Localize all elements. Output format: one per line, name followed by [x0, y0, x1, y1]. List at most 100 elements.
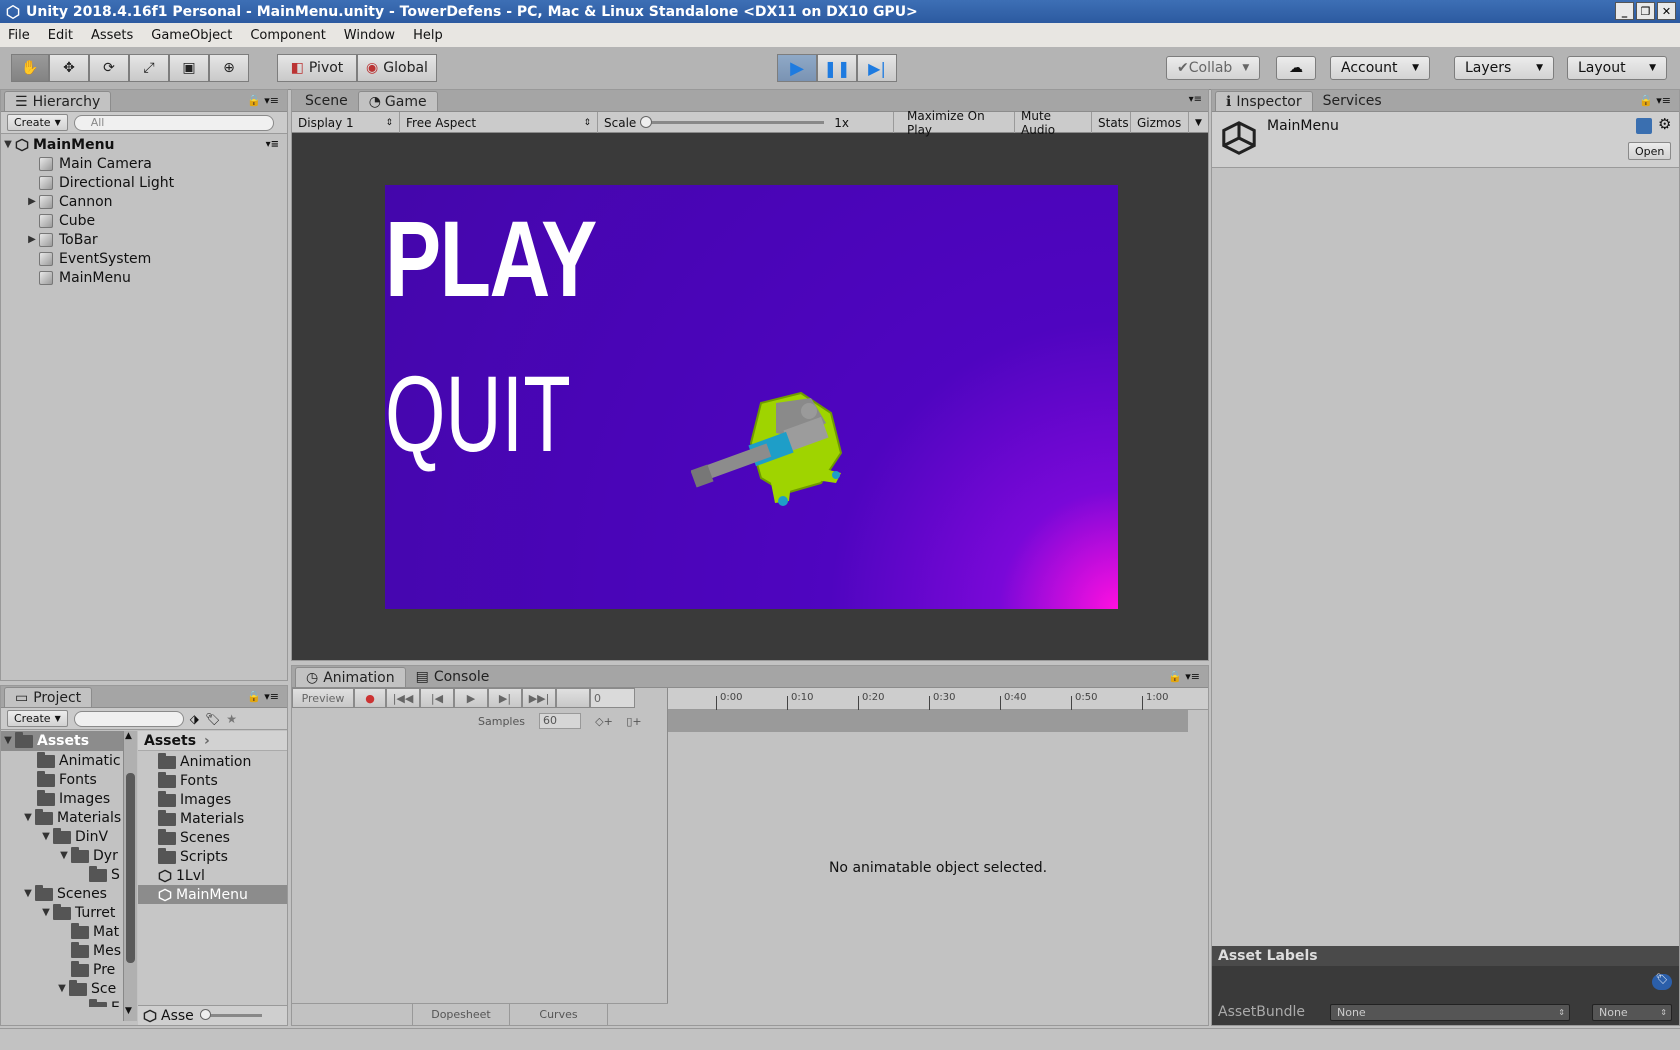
tree-item[interactable]: ▼ Dyr	[57, 846, 118, 865]
hierarchy-item[interactable]: MainMenu	[25, 268, 131, 287]
tree-item[interactable]: ▼ Materials	[21, 808, 121, 827]
dopesheet-tab[interactable]: Dopesheet	[412, 1004, 510, 1025]
collab-dropdown[interactable]: ✔ Collab ▼	[1166, 56, 1260, 80]
transform-tool-icon[interactable]: ⊕	[209, 54, 249, 82]
display-dropdown[interactable]: Display 1 ⇕	[292, 112, 400, 133]
pivot-button[interactable]: ◧ Pivot	[277, 54, 357, 82]
tree-item[interactable]: Pre	[71, 960, 115, 979]
hierarchy-search-input[interactable]: All	[73, 114, 274, 131]
star-icon[interactable]: ★	[226, 712, 237, 726]
hierarchy-item[interactable]: Cube	[25, 211, 95, 230]
panel-menu-icon[interactable]: 🔒 ▾≡	[247, 690, 279, 703]
tree-item[interactable]: ▼ Turret	[39, 903, 115, 922]
open-button[interactable]: Open	[1628, 142, 1672, 160]
gear-icon[interactable]: ⚙	[1658, 115, 1671, 133]
tab-game[interactable]: ◔ Game	[357, 91, 438, 111]
hierarchy-item[interactable]: ▶ Cannon	[25, 192, 112, 211]
game-viewport[interactable]: PLAY QUIT	[385, 185, 1118, 609]
tab-services[interactable]: Services	[1313, 91, 1392, 111]
hierarchy-item[interactable]: Directional Light	[25, 173, 174, 192]
pause-button[interactable]: ❚❚	[817, 54, 857, 82]
minimize-button[interactable]: _	[1615, 2, 1634, 20]
menu-help[interactable]: Help	[413, 28, 443, 43]
gizmos-toggle[interactable]: Gizmos	[1131, 112, 1189, 133]
tab-hierarchy[interactable]: ☰ Hierarchy	[4, 91, 112, 111]
tree-item[interactable]: Animatic	[23, 751, 121, 770]
tree-item[interactable]: Fonts	[23, 770, 97, 789]
tree-item[interactable]: Mes	[71, 941, 121, 960]
hierarchy-item[interactable]: Main Camera	[25, 154, 152, 173]
scroll-down-icon[interactable]: ▼	[125, 1006, 132, 1016]
play-anim-icon[interactable]: ▶	[454, 688, 488, 708]
label-filter-icon[interactable]: 🏷	[205, 712, 220, 726]
play-menu-button[interactable]: PLAY	[385, 205, 597, 313]
layout-dropdown[interactable]: Layout ▼	[1567, 56, 1667, 80]
file-item[interactable]: Animation	[158, 752, 251, 771]
expand-icon[interactable]: ▶	[25, 196, 39, 207]
menu-assets[interactable]: Assets	[91, 28, 133, 43]
rotate-tool-icon[interactable]: ⟳	[89, 54, 129, 82]
scale-track[interactable]	[640, 116, 825, 128]
scale-thumb[interactable]	[640, 116, 653, 128]
add-event-icon[interactable]: ▯+	[621, 715, 647, 728]
maximize-button[interactable]: ❐	[1636, 2, 1655, 20]
layers-dropdown[interactable]: Layers ▼	[1454, 56, 1554, 80]
tree-item[interactable]: ▼ Sce	[55, 979, 116, 998]
icon-size-slider[interactable]	[199, 1009, 262, 1020]
quit-menu-button[interactable]: QUIT	[385, 360, 571, 468]
preview-toggle[interactable]: Preview	[292, 688, 354, 708]
next-frame-icon[interactable]: ▶|	[488, 688, 522, 708]
hierarchy-create-button[interactable]: Create ▼	[7, 114, 68, 131]
timeline-ruler[interactable]: 0:00 0:10 0:20 0:30 0:40 0:50 1:00	[668, 688, 1208, 710]
maximize-on-play-toggle[interactable]: Maximize On Play	[901, 109, 1015, 137]
tree-item[interactable]: ▼ DinV	[39, 827, 108, 846]
tab-project[interactable]: ▭ Project	[4, 687, 93, 707]
add-keyframe-icon[interactable]: ◇+	[591, 715, 617, 728]
tree-item[interactable]: E	[89, 998, 120, 1007]
file-item[interactable]: Scenes	[158, 828, 230, 847]
expand-icon[interactable]: ▼	[1, 139, 15, 150]
curves-tab[interactable]: Curves	[510, 1004, 608, 1025]
rect-tool-icon[interactable]: ▣	[169, 54, 209, 82]
menu-component[interactable]: Component	[250, 28, 325, 43]
file-item-selected[interactable]: MainMenu	[138, 885, 287, 904]
file-item[interactable]: Scripts	[158, 847, 228, 866]
file-item[interactable]: Materials	[158, 809, 244, 828]
cloud-button[interactable]: ☁	[1276, 56, 1316, 80]
tree-item[interactable]: Mat	[71, 922, 119, 941]
tree-scrollbar[interactable]: ▲ ▼	[123, 731, 137, 1021]
scale-tool-icon[interactable]: ⤢	[129, 54, 169, 82]
tag-icon[interactable]: 🏷	[1652, 974, 1672, 990]
move-tool-icon[interactable]: ✥	[49, 54, 89, 82]
frame-input[interactable]: 0	[590, 688, 635, 708]
assetbundle-dropdown[interactable]: None ⇕	[1330, 1004, 1570, 1021]
expand-icon[interactable]: ▶	[25, 234, 39, 245]
file-item[interactable]: Images	[158, 790, 231, 809]
menu-window[interactable]: Window	[344, 28, 395, 43]
menu-edit[interactable]: Edit	[48, 28, 73, 43]
tab-scene[interactable]: Scene	[295, 91, 358, 111]
aspect-dropdown[interactable]: Free Aspect ⇕	[400, 112, 598, 133]
panel-menu-icon[interactable]: 🔒 ▾≡	[1168, 670, 1200, 683]
project-breadcrumb[interactable]: Assets ›	[138, 731, 287, 751]
scroll-thumb[interactable]	[126, 773, 135, 963]
prev-frame-icon[interactable]: |◀	[420, 688, 454, 708]
filter-type-icon[interactable]: ⬗	[190, 712, 199, 726]
last-frame-icon[interactable]: ▶▶|	[522, 688, 556, 708]
tab-console[interactable]: ▤ Console	[406, 667, 500, 687]
panel-menu-icon[interactable]: 🔒 ▾≡	[1639, 94, 1671, 107]
menu-gameobject[interactable]: GameObject	[151, 28, 232, 43]
panel-menu-icon[interactable]: 🔒 ▾≡	[247, 94, 279, 107]
tree-item[interactable]: S	[89, 865, 120, 884]
mute-audio-toggle[interactable]: Mute Audio	[1015, 109, 1092, 137]
variant-dropdown[interactable]: None ⇕	[1592, 1004, 1672, 1021]
project-search-input[interactable]	[73, 710, 184, 727]
step-button[interactable]: ▶|	[857, 54, 897, 82]
scene-menu-icon[interactable]: ▾≡	[266, 139, 279, 150]
hierarchy-item[interactable]: EventSystem	[25, 249, 151, 268]
gizmos-dropdown-icon[interactable]: ▼	[1189, 112, 1208, 133]
tree-item[interactable]: ▼ Assets	[1, 731, 89, 750]
tab-animation[interactable]: ◷ Animation	[295, 667, 406, 687]
hand-tool-icon[interactable]: ✋	[11, 54, 49, 82]
scene-row[interactable]: ▼ MainMenu ▾≡	[1, 135, 287, 154]
